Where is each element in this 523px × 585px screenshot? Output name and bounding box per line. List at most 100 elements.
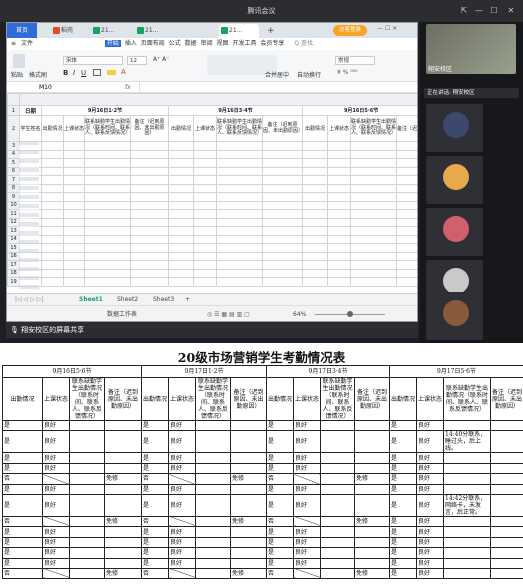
sheet-cell[interactable]	[327, 268, 351, 278]
sheet-cell[interactable]	[262, 234, 303, 244]
sheet-cell[interactable]	[216, 226, 263, 236]
video-tile[interactable]	[426, 156, 483, 204]
video-tile[interactable]	[426, 104, 483, 152]
sheet-cell[interactable]	[327, 141, 351, 151]
fill-color-icon[interactable]	[107, 70, 116, 75]
sheet-cell[interactable]	[130, 260, 169, 270]
sheet-cell[interactable]	[395, 260, 417, 270]
sheet-cell[interactable]	[193, 277, 217, 287]
sheet-cell[interactable]	[84, 183, 131, 193]
spreadsheet-grid[interactable]: 1 日期 9月16日1·2节 9月16日3·4节 9月16日5·6节 2 学生姓…	[7, 93, 417, 293]
view-mode-icons[interactable]: ◎ ☰ ▦ ▤ ▥ ▢	[207, 306, 250, 321]
sheet-cell[interactable]	[168, 243, 194, 253]
sheet-cell[interactable]	[216, 260, 263, 270]
sheet-cell[interactable]	[302, 226, 328, 236]
sheet-cell[interactable]	[130, 226, 169, 236]
sheet-cell[interactable]	[216, 192, 263, 202]
sheet-cell[interactable]	[193, 226, 217, 236]
sheet-cell[interactable]	[41, 192, 64, 202]
menu-data[interactable]: 数据	[185, 40, 197, 47]
sheet-cell[interactable]	[302, 251, 328, 261]
sheet-cell[interactable]	[327, 158, 351, 168]
sheet-cell[interactable]	[262, 209, 303, 219]
sheet-cell[interactable]	[193, 166, 217, 176]
sheet-cell[interactable]	[130, 166, 169, 176]
sheet-cell[interactable]	[395, 243, 417, 253]
close-icon[interactable]: ✕	[504, 0, 518, 22]
sheet-cell[interactable]	[302, 234, 328, 244]
menu-start[interactable]: 开始	[104, 40, 121, 47]
sheet-cell[interactable]	[168, 234, 194, 244]
italic-icon[interactable]: I	[73, 69, 75, 77]
tab-docer[interactable]: 稻壳	[51, 24, 89, 38]
menu-layout[interactable]: 页面布局	[141, 40, 165, 47]
sheet-cell[interactable]	[350, 175, 397, 185]
sheet-cell[interactable]	[63, 260, 85, 270]
sheet-cell[interactable]	[84, 192, 131, 202]
sheet-cell[interactable]	[302, 158, 328, 168]
sheet-cell[interactable]	[193, 251, 217, 261]
sheet-cell[interactable]	[41, 251, 64, 261]
sheet-cell[interactable]	[193, 209, 217, 219]
sheet-cell[interactable]	[327, 217, 351, 227]
sheet-cell[interactable]	[350, 192, 397, 202]
sheet-cell[interactable]	[130, 149, 169, 159]
sheet-cell[interactable]	[130, 183, 169, 193]
sheet-cell[interactable]	[41, 277, 64, 287]
sheet-cell[interactable]	[84, 158, 131, 168]
video-tile-main[interactable]: 翔安校区	[426, 24, 516, 74]
sheet-cell[interactable]	[262, 192, 303, 202]
sheet-cell[interactable]	[63, 234, 85, 244]
sheet-cell[interactable]	[350, 166, 397, 176]
menu-file[interactable]: 文件	[21, 40, 33, 47]
sheet-cell[interactable]	[395, 175, 417, 185]
sheet-cell[interactable]	[130, 209, 169, 219]
sheet-cell[interactable]	[130, 158, 169, 168]
sheet-cell[interactable]	[84, 277, 131, 287]
sheet-cell[interactable]	[350, 217, 397, 227]
minimize-icon[interactable]: —	[472, 0, 486, 22]
sheet-cell[interactable]	[216, 268, 263, 278]
sheet-cell[interactable]	[193, 234, 217, 244]
sheet-cell[interactable]	[63, 217, 85, 227]
sheet-cell[interactable]	[168, 183, 194, 193]
new-tab-button[interactable]: +	[265, 24, 279, 38]
bold-icon[interactable]: B	[63, 69, 68, 77]
sheet-cell[interactable]	[130, 192, 169, 202]
sheet-cell[interactable]	[193, 200, 217, 210]
zoom-level[interactable]: 64%	[293, 306, 306, 321]
sheet-cell[interactable]	[395, 268, 417, 278]
tab-sheet-active[interactable]: 21...	[219, 24, 259, 38]
video-tile[interactable]	[426, 208, 483, 256]
sheet-cell[interactable]	[84, 268, 131, 278]
sheet-cell[interactable]	[262, 175, 303, 185]
sheet-cell[interactable]	[63, 200, 85, 210]
sheet-cell[interactable]	[216, 217, 263, 227]
sheet-cell[interactable]	[262, 200, 303, 210]
sheet-cell[interactable]	[84, 217, 131, 227]
font-color-icon[interactable]: A	[121, 68, 126, 76]
sheet-cell[interactable]	[193, 149, 217, 159]
sheet-cell[interactable]	[395, 200, 417, 210]
sheet-cell[interactable]	[84, 166, 131, 176]
mic-icon[interactable]: 🎙	[10, 326, 19, 334]
sheet-cell[interactable]	[193, 268, 217, 278]
sheet-cell[interactable]	[350, 183, 397, 193]
sheet-cell[interactable]	[130, 268, 169, 278]
paste-button[interactable]: 粘贴	[11, 70, 23, 79]
sheet-cell[interactable]	[168, 149, 194, 159]
sheet-cell[interactable]	[262, 226, 303, 236]
sheet-cell[interactable]	[302, 217, 328, 227]
sheet-cell[interactable]	[302, 141, 328, 151]
sheet-cell[interactable]	[395, 158, 417, 168]
sheet-cell[interactable]	[63, 268, 85, 278]
sheet-cell[interactable]	[395, 166, 417, 176]
sheet-cell[interactable]	[350, 251, 397, 261]
sheet-cell[interactable]	[395, 209, 417, 219]
menu-view[interactable]: 视图	[217, 40, 229, 47]
wrap-text-button[interactable]: 自动换行	[297, 70, 321, 79]
sheet-cell[interactable]	[63, 141, 85, 151]
formula-input[interactable]	[139, 82, 417, 92]
sheet-cell[interactable]	[262, 183, 303, 193]
sheet-cell[interactable]	[395, 226, 417, 236]
